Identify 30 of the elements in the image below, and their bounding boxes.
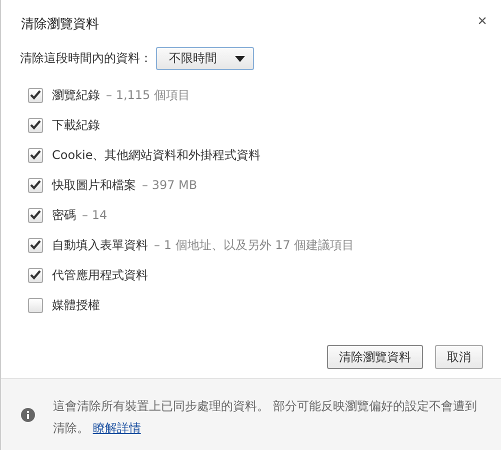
checkbox-label: 下載紀錄 [52,116,100,134]
checkbox[interactable] [28,88,43,102]
learn-more-link[interactable]: 瞭解詳情 [92,421,141,435]
checkbox-label: 自動填入表單資料 [52,236,148,254]
cancel-button[interactable]: 取消 [435,345,483,369]
item-count: – 14 [82,208,108,222]
info-icon [21,408,35,422]
checkbox[interactable] [28,298,43,312]
time-range-dropdown[interactable]: 不限時間 [156,47,254,70]
item-count: – 397 MB [142,178,198,192]
clear-data-button[interactable]: 清除瀏覽資料 [327,345,423,369]
checkbox-label: Cookie、其他網站資料和外掛程式資料 [52,146,261,164]
item-count: – 1,115 個項目 [106,86,190,104]
item-count: – 1 個地址、以及另外 17 個建議項目 [154,236,354,254]
caret-icon [235,56,245,62]
checkbox[interactable] [28,238,43,252]
time-range-label: 清除這段時間內的資料： [20,50,152,67]
checkbox-label: 瀏覽紀錄 [52,86,100,104]
checkbox[interactable] [28,148,43,162]
checkbox[interactable] [28,208,43,222]
checkbox-label: 密碼 [52,206,76,224]
sync-notice: 這會清除所有裝置上已同步處理的資料。 部分可能反映瀏覽偏好的設定不會遭到清除。 瞭解詳情 [53,398,478,437]
checkbox-label: 代管應用程式資料 [52,266,148,284]
checkbox[interactable] [28,118,43,132]
close-button[interactable]: × [478,13,487,31]
dialog-title: 清除瀏覽資料 [21,16,99,34]
checkbox-label: 媒體授權 [52,296,100,314]
checkbox-label: 快取圖片和檔案 [52,176,136,194]
checkbox[interactable] [28,268,43,282]
checkbox[interactable] [28,178,43,192]
